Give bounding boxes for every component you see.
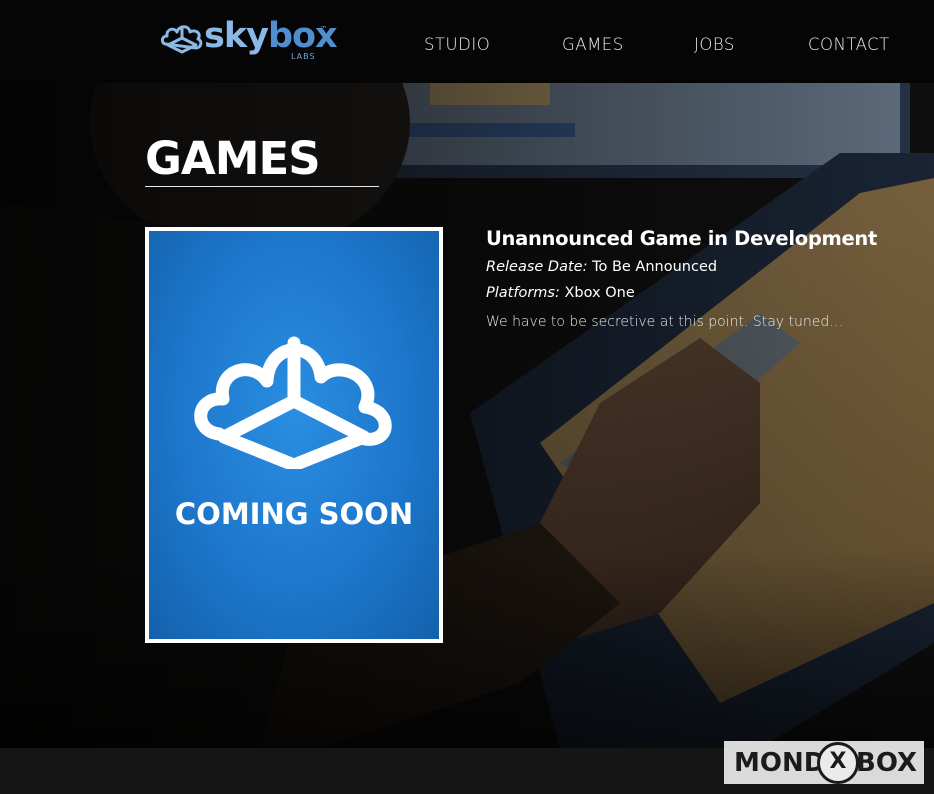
mondoxbox-watermark: MOND X BOX xyxy=(724,741,924,784)
skybox-labs-logo[interactable]: skybox ™ LABS xyxy=(160,16,338,64)
release-date-label: Release Date: xyxy=(486,259,588,275)
release-date-value: To Be Announced xyxy=(592,259,718,275)
platforms-value: Xbox One xyxy=(564,285,635,301)
game-info-panel: Unannounced Game in Development Release … xyxy=(486,227,916,332)
title-underline xyxy=(145,186,379,187)
game-title[interactable]: Unannounced Game in Development xyxy=(486,227,916,251)
trademark-symbol: ™ xyxy=(320,25,327,33)
cloud-box-logo-icon xyxy=(160,25,203,54)
watermark-x-badge: X xyxy=(817,742,859,784)
top-navigation-bar: skybox ™ LABS STUDIO GAMES JOBS CONTACT xyxy=(0,0,934,83)
background-bottom-fade xyxy=(0,83,934,748)
nav-contact[interactable]: CONTACT xyxy=(808,34,890,56)
nav-games[interactable]: GAMES xyxy=(562,34,624,56)
nav-studio[interactable]: STUDIO xyxy=(424,34,490,56)
watermark-text-right: BOX xyxy=(856,748,918,778)
games-hero-section: GAMES COMING SOON Unannounced Game in De… xyxy=(0,83,934,748)
platforms-label: Platforms: xyxy=(486,285,560,301)
poster-coming-soon-text: COMING SOON xyxy=(174,497,414,531)
watermark-x-letter: X xyxy=(829,749,847,774)
logo-word-sky: sky xyxy=(204,16,269,56)
release-date-row: Release Date: To Be Announced xyxy=(486,257,916,277)
game-poster[interactable]: COMING SOON xyxy=(145,227,443,643)
platforms-row: Platforms: Xbox One xyxy=(486,283,916,303)
game-description: We have to be secretive at this point. S… xyxy=(486,314,844,330)
page-title: GAMES xyxy=(145,132,321,185)
logo-subtitle: LABS xyxy=(291,52,316,61)
cloud-box-poster-icon xyxy=(194,336,392,469)
watermark-text-left: MOND xyxy=(734,748,826,778)
logo-word-box: box xyxy=(267,16,338,56)
logo-wordmark: skybox xyxy=(204,14,338,58)
nav-jobs[interactable]: JOBS xyxy=(694,34,735,56)
